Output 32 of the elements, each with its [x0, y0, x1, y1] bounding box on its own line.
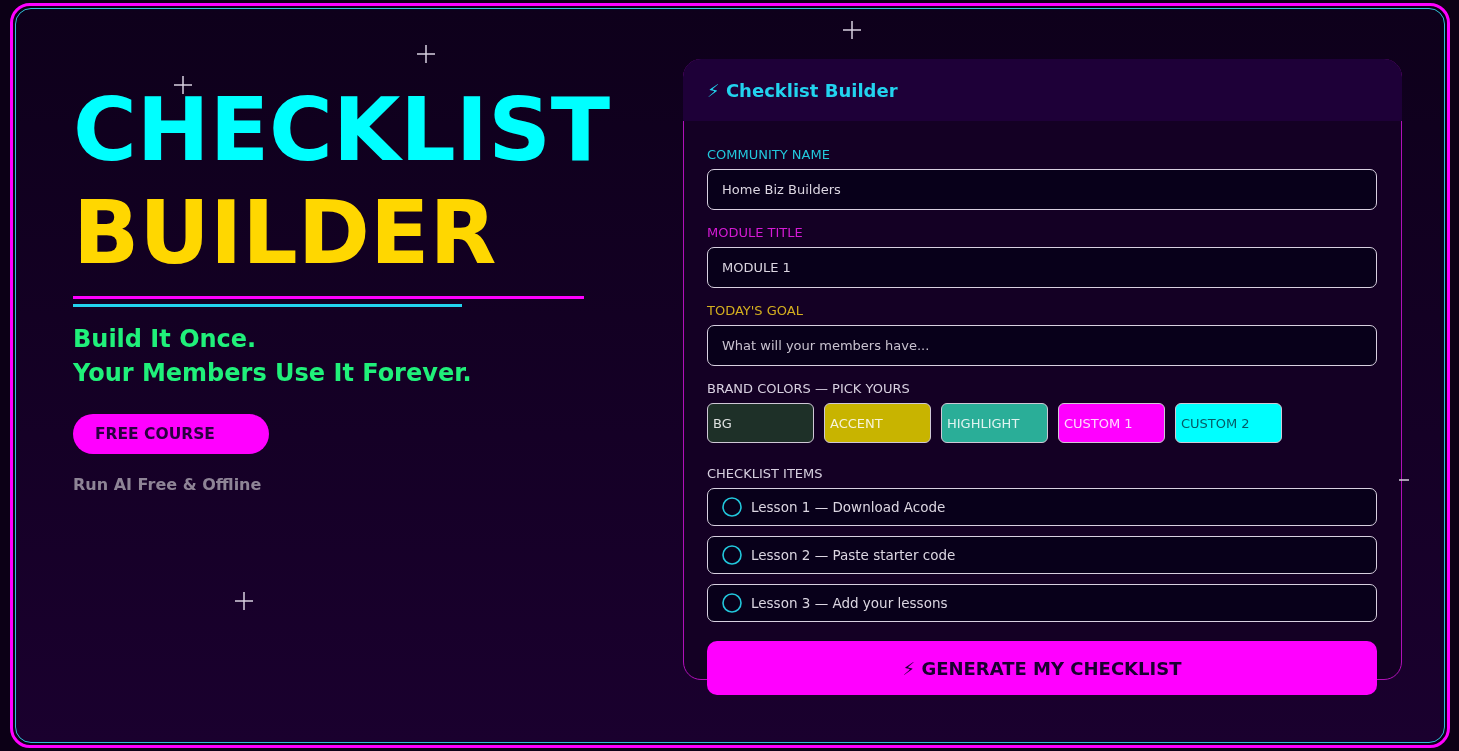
- item-text: Lesson 1 — Download Acode: [751, 499, 946, 515]
- generate-button[interactable]: ⚡ GENERATE MY CHECKLIST: [707, 641, 1377, 695]
- color-picker[interactable]: CUSTOM 2: [1175, 403, 1282, 443]
- empty-circle-icon[interactable]: [722, 497, 742, 517]
- sparkle-icon: [417, 45, 435, 63]
- hero-title: CHECKLIST: [73, 96, 611, 164]
- checklist-item[interactable]: Lesson 3 — Add your lessons: [707, 584, 1377, 622]
- tagline-text: Build It Once.: [73, 324, 258, 355]
- checklist-item[interactable]: Lesson 1 — Download Acode: [707, 488, 1377, 526]
- card-title: ⚡ Checklist Builder: [707, 79, 898, 101]
- field-label: MODULE TITLE: [707, 225, 803, 241]
- checklist-item[interactable]: Lesson 2 — Paste starter code: [707, 536, 1377, 574]
- sparkle-icon: [174, 76, 192, 94]
- item-text: Lesson 2 — Paste starter code: [751, 547, 956, 563]
- sparkle-icon: [843, 21, 861, 39]
- field-label: TODAY'S GOAL: [707, 303, 803, 319]
- text-field[interactable]: What will your members have...: [707, 325, 1377, 366]
- sparkle-icon: [235, 592, 253, 610]
- empty-circle-icon[interactable]: [722, 545, 742, 565]
- section-label: BRAND COLORS — PICK YOURS: [707, 381, 910, 397]
- free-course-button[interactable]: FREE COURSE: [73, 414, 269, 454]
- field-label: COMMUNITY NAME: [707, 147, 830, 163]
- item-text: Lesson 3 — Add your lessons: [751, 595, 948, 611]
- color-picker[interactable]: BG: [707, 403, 814, 443]
- hero-title: BUILDER: [73, 199, 497, 267]
- section-label: CHECKLIST ITEMS: [707, 466, 823, 482]
- empty-circle-icon[interactable]: [722, 593, 742, 613]
- text-field[interactable]: Home Biz Builders: [707, 169, 1377, 210]
- note-text: Run AI Free & Offline: [73, 476, 262, 494]
- tagline-text: Your Members Use It Forever.: [73, 358, 472, 389]
- text-field[interactable]: MODULE 1: [707, 247, 1377, 288]
- dash-icon: [1399, 479, 1409, 481]
